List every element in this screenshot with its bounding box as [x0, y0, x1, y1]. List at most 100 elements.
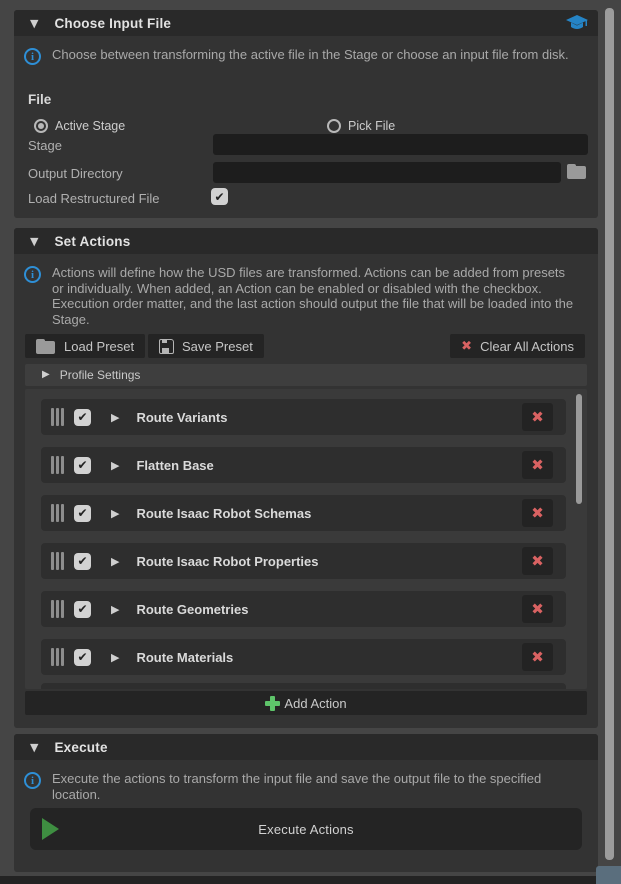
collapse-icon[interactable]: ▼ [30, 742, 38, 753]
info-text: Choose between transforming the active f… [52, 47, 582, 65]
execute-header[interactable]: ▼ Execute [14, 734, 598, 760]
drag-handle-icon[interactable] [51, 408, 66, 426]
section-info: Actions will define how the USD files ar… [24, 265, 574, 327]
delete-action-button[interactable]: ✖ [522, 499, 553, 527]
check-icon: ✔ [77, 602, 87, 616]
check-icon: ✔ [77, 410, 87, 424]
clear-all-actions-button[interactable]: ✖ Clear All Actions [450, 334, 585, 358]
resize-corner-grip[interactable] [596, 866, 621, 884]
radio-pick-file[interactable]: Pick File [327, 119, 395, 133]
profile-settings-collapsed[interactable]: ▶ Profile Settings [25, 364, 587, 386]
action-label: Route Variants [136, 410, 227, 425]
action-row[interactable]: ✔ ▶ Route Geometries ✖ [41, 591, 566, 627]
check-icon: ✔ [77, 506, 87, 520]
drag-handle-icon[interactable] [51, 600, 66, 618]
radio-label: Pick File [348, 119, 395, 133]
section-info: Choose between transforming the active f… [24, 47, 582, 65]
save-floppy-icon [159, 339, 174, 354]
check-icon: ✔ [214, 190, 224, 204]
profile-settings-label: Profile Settings [60, 368, 141, 382]
action-enabled-checkbox[interactable]: ✔ [74, 553, 91, 570]
info-text: Actions will define how the USD files ar… [52, 265, 574, 327]
action-row-partial[interactable] [41, 683, 566, 689]
drag-handle-icon[interactable] [51, 648, 66, 666]
add-action-button[interactable]: Add Action [25, 691, 587, 715]
action-enabled-checkbox[interactable]: ✔ [74, 457, 91, 474]
info-icon [24, 266, 41, 283]
load-preset-button[interactable]: Load Preset [25, 334, 145, 358]
set-actions-header[interactable]: ▼ Set Actions [14, 228, 598, 254]
check-icon: ✔ [77, 458, 87, 472]
expand-icon[interactable]: ▶ [111, 604, 119, 615]
radio-active-stage[interactable]: Active Stage [34, 119, 125, 133]
file-group-label: File [28, 92, 51, 107]
section-title: Execute [54, 740, 107, 755]
button-label: Clear All Actions [480, 339, 574, 354]
button-label: Save Preset [182, 339, 253, 354]
expand-icon[interactable]: ▶ [111, 556, 119, 567]
info-icon [24, 48, 41, 65]
expand-icon[interactable]: ▶ [111, 412, 119, 423]
action-enabled-checkbox[interactable]: ✔ [74, 409, 91, 426]
delete-x-icon: ✖ [531, 600, 544, 618]
delete-x-icon: ✖ [531, 456, 544, 474]
delete-x-icon: ✖ [531, 504, 544, 522]
radio-unselected-icon[interactable] [327, 119, 341, 133]
delete-x-icon: ✖ [531, 552, 544, 570]
window-scrollbar[interactable] [605, 8, 614, 860]
drag-handle-icon[interactable] [51, 504, 66, 522]
action-row[interactable]: ✔ ▶ Route Isaac Robot Properties ✖ [41, 543, 566, 579]
browse-folder-icon[interactable] [567, 164, 587, 179]
action-label: Flatten Base [136, 458, 213, 473]
stage-field-label: Stage [28, 138, 62, 153]
delete-x-icon: ✖ [531, 648, 544, 666]
radio-label: Active Stage [55, 119, 125, 133]
horizontal-scrollbar-track[interactable] [0, 876, 621, 884]
clear-x-icon: ✖ [461, 339, 472, 354]
execute-section: ▼ Execute Execute the actions to transfo… [14, 734, 598, 872]
button-label: Execute Actions [258, 822, 354, 837]
delete-action-button[interactable]: ✖ [522, 643, 553, 671]
play-icon [42, 818, 59, 840]
load-restructured-label: Load Restructured File [28, 191, 160, 206]
action-list-scrollbar[interactable] [576, 394, 582, 504]
choose-input-file-header[interactable]: ▼ Choose Input File [14, 10, 598, 36]
action-enabled-checkbox[interactable]: ✔ [74, 505, 91, 522]
section-info: Execute the actions to transform the inp… [24, 771, 567, 802]
drag-handle-icon[interactable] [51, 552, 66, 570]
plus-icon [265, 696, 280, 711]
output-directory-input[interactable] [213, 162, 561, 183]
delete-action-button[interactable]: ✖ [522, 547, 553, 575]
collapse-icon[interactable]: ▼ [30, 236, 38, 247]
expand-icon[interactable]: ▶ [111, 652, 119, 663]
action-label: Route Materials [136, 650, 233, 665]
button-label: Add Action [284, 696, 346, 711]
delete-action-button[interactable]: ✖ [522, 451, 553, 479]
load-restructured-checkbox[interactable]: ✔ [211, 188, 228, 205]
action-label: Route Geometries [136, 602, 248, 617]
collapse-icon[interactable]: ▼ [30, 18, 38, 29]
drag-handle-icon[interactable] [51, 456, 66, 474]
radio-selected-icon[interactable] [34, 119, 48, 133]
action-list: ✔ ▶ Route Variants ✖ ✔ ▶ Flatten Base ✖ … [25, 389, 587, 689]
action-enabled-checkbox[interactable]: ✔ [74, 601, 91, 618]
delete-x-icon: ✖ [531, 408, 544, 426]
action-row[interactable]: ✔ ▶ Route Materials ✖ [41, 639, 566, 675]
execute-actions-button[interactable]: Execute Actions [30, 808, 582, 850]
tutorial-graduation-cap-icon[interactable] [566, 15, 588, 31]
action-row[interactable]: ✔ ▶ Flatten Base ✖ [41, 447, 566, 483]
output-directory-field-label: Output Directory [28, 166, 123, 181]
info-text: Execute the actions to transform the inp… [52, 771, 567, 802]
action-row[interactable]: ✔ ▶ Route Variants ✖ [41, 399, 566, 435]
delete-action-button[interactable]: ✖ [522, 595, 553, 623]
action-enabled-checkbox[interactable]: ✔ [74, 649, 91, 666]
expand-icon[interactable]: ▶ [111, 460, 119, 471]
button-label: Load Preset [64, 339, 134, 354]
save-preset-button[interactable]: Save Preset [148, 334, 264, 358]
expand-icon[interactable]: ▶ [111, 508, 119, 519]
delete-action-button[interactable]: ✖ [522, 403, 553, 431]
stage-input[interactable] [213, 134, 588, 155]
action-row[interactable]: ✔ ▶ Route Isaac Robot Schemas ✖ [41, 495, 566, 531]
file-source-radio-group: Active Stage Pick File [14, 119, 598, 135]
expand-icon[interactable]: ▶ [42, 370, 50, 380]
